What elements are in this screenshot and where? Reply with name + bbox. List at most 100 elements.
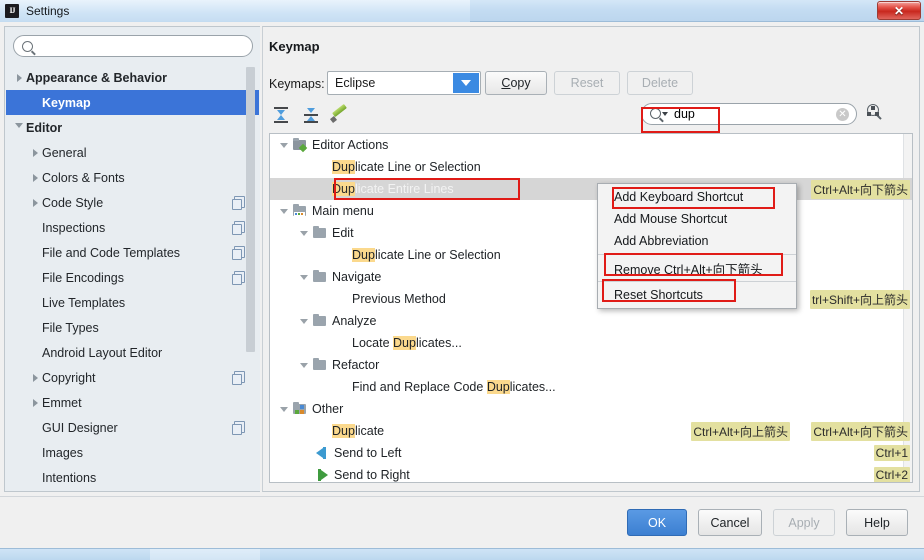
keymap-panel: Keymap Keymaps: Eclipse Copy Reset Delet… — [262, 26, 920, 492]
chevron-right-icon[interactable] — [28, 148, 42, 157]
help-button[interactable]: Help — [846, 509, 908, 536]
sidebar-item-code-style[interactable]: Code Style — [6, 190, 259, 215]
copy-settings-icon[interactable] — [232, 371, 245, 385]
sidebar-item-label: Intentions — [42, 470, 97, 485]
context-menu-item[interactable]: Remove Ctrl+Alt+向下箭头 — [598, 257, 796, 279]
chevron-right-icon[interactable] — [28, 373, 42, 382]
edit-shortcut-icon[interactable] — [329, 103, 351, 125]
sidebar-item-label: File Types — [42, 320, 99, 335]
sidebar-search-input[interactable] — [39, 38, 239, 54]
chevron-down-icon[interactable] — [12, 123, 26, 132]
chevron-down-icon[interactable] — [296, 230, 312, 236]
taskbar-segment — [150, 549, 260, 560]
context-menu-separator — [598, 281, 796, 282]
chevron-down-icon[interactable] — [276, 406, 292, 412]
action-tree-row[interactable]: Locate Duplicates... — [270, 332, 912, 354]
sidebar-item-editor[interactable]: Editor — [6, 115, 259, 140]
chevron-right-icon[interactable] — [28, 173, 42, 182]
sidebar-search[interactable] — [13, 35, 253, 57]
sidebar-item-android-layout-editor[interactable]: Android Layout Editor — [6, 340, 259, 365]
sidebar-item-copyright[interactable]: Copyright — [6, 365, 259, 390]
context-menu-item[interactable]: Add Abbreviation — [598, 230, 796, 252]
chevron-down-icon[interactable] — [296, 274, 312, 280]
close-button[interactable]: ✕ — [877, 1, 921, 20]
context-menu-item[interactable]: Add Keyboard Shortcut — [598, 186, 796, 208]
chevron-down-icon[interactable] — [453, 73, 479, 93]
action-tree-row[interactable]: Duplicate Line or Selection — [270, 156, 912, 178]
find-by-shortcut-icon[interactable] — [865, 103, 887, 125]
sidebar-item-file-and-code-templates[interactable]: File and Code Templates — [6, 240, 259, 265]
action-tree-row[interactable]: Duplicate Line or Selection — [270, 244, 912, 266]
action-tree-row[interactable]: Analyze — [270, 310, 912, 332]
context-menu: Add Keyboard Shortcut Add Mouse Shortcut A… — [597, 183, 797, 309]
expand-all-icon[interactable] — [271, 105, 291, 125]
action-tree-row[interactable]: Send to Right Ctrl+2 — [270, 464, 912, 482]
copy-settings-icon[interactable] — [232, 421, 245, 435]
shortcut-badge: Ctrl+Alt+向下箭头 — [811, 421, 910, 441]
search-dropdown-icon[interactable] — [650, 108, 670, 120]
action-tree-row[interactable]: Navigate — [270, 266, 912, 288]
chevron-down-icon[interactable] — [296, 362, 312, 368]
sidebar-item-file-encodings[interactable]: File Encodings — [6, 265, 259, 290]
sidebar-scrollbar-thumb[interactable] — [246, 67, 255, 352]
sidebar-item-emmet[interactable]: Emmet — [6, 390, 259, 415]
sidebar-item-file-types[interactable]: File Types — [6, 315, 259, 340]
dialog-footer: OK Cancel Apply Help — [0, 496, 924, 548]
action-label: Editor Actions — [312, 138, 389, 152]
sidebar-item-label: Editor — [26, 120, 63, 135]
sidebar-item-label: Keymap — [42, 95, 91, 110]
context-menu-item[interactable]: Add Mouse Shortcut — [598, 208, 796, 230]
cancel-button[interactable]: Cancel — [698, 509, 762, 536]
sidebar-item-appearance-behavior[interactable]: Appearance & Behavior — [6, 65, 259, 90]
sidebar-item-intentions[interactable]: Intentions — [6, 465, 259, 490]
chevron-right-icon[interactable] — [28, 198, 42, 207]
search-icon — [22, 40, 33, 52]
sidebar-item-images[interactable]: Images — [6, 440, 259, 465]
sidebar-search-box[interactable] — [13, 35, 253, 57]
sidebar-item-label: General — [42, 145, 87, 160]
sidebar-item-live-templates[interactable]: Live Templates — [6, 290, 259, 315]
sidebar-item-gui-designer[interactable]: GUI Designer — [6, 415, 259, 440]
chevron-right-icon[interactable] — [28, 398, 42, 407]
sidebar-item-label: Appearance & Behavior — [26, 70, 168, 85]
ok-button[interactable]: OK — [627, 509, 687, 536]
copy-settings-icon[interactable] — [232, 246, 245, 260]
copy-button[interactable]: Copy — [485, 71, 547, 95]
collapse-all-icon[interactable] — [301, 105, 321, 125]
action-tree-row[interactable]: Edit — [270, 222, 912, 244]
action-tree-row[interactable]: Main menu — [270, 200, 912, 222]
copy-settings-icon[interactable] — [232, 221, 245, 235]
keymap-toolbar — [271, 103, 351, 125]
keymap-select[interactable]: Eclipse — [327, 71, 481, 95]
shortcut-badge: trl+Shift+向上箭头 — [809, 289, 910, 309]
keymaps-label: Keymaps: — [269, 77, 325, 91]
action-tree-row[interactable]: Other — [270, 398, 912, 420]
chevron-right-icon[interactable] — [12, 73, 26, 82]
filter-search-box[interactable]: ✕ — [641, 103, 857, 125]
action-tree-row[interactable]: Find and Replace Code Duplicates... — [270, 376, 912, 398]
chevron-down-icon[interactable] — [296, 318, 312, 324]
chevron-down-icon[interactable] — [276, 208, 292, 214]
sidebar-item-colors-fonts[interactable]: Colors & Fonts — [6, 165, 259, 190]
copy-settings-icon[interactable] — [232, 271, 245, 285]
context-menu-item[interactable]: Reset Shortcuts — [598, 284, 796, 306]
action-tree-row[interactable]: Duplicate Entire Lines Ctrl+Alt+向下箭头 — [270, 178, 912, 200]
copy-settings-icon[interactable] — [232, 196, 245, 210]
sidebar-item-general[interactable]: General — [6, 140, 259, 165]
folder-icon — [312, 358, 328, 372]
action-tree-row[interactable]: Send to Left Ctrl+1 — [270, 442, 912, 464]
clear-icon[interactable]: ✕ — [836, 108, 849, 121]
action-tree-row[interactable]: Editor Actions — [270, 134, 912, 156]
sidebar-tree: Appearance & Behavior Keymap Editor General… — [6, 65, 259, 491]
action-label: Other — [312, 402, 344, 416]
sidebar-item-keymap[interactable]: Keymap — [6, 90, 259, 115]
action-tree-row[interactable]: Refactor — [270, 354, 912, 376]
sidebar-item-inspections[interactable]: Inspections — [6, 215, 259, 240]
action-tree-row[interactable]: Previous Method trl+Shift+向上箭头 — [270, 288, 912, 310]
action-label: Refactor — [332, 358, 380, 372]
action-tree-row[interactable]: Duplicate Ctrl+Alt+向上箭头 Ctrl+Alt+向下箭头 — [270, 420, 912, 442]
filter-search-input[interactable] — [672, 106, 832, 122]
sidebar-item-label: Emmet — [42, 395, 82, 410]
chevron-down-icon[interactable] — [276, 142, 292, 148]
action-label: Duplicate Line or Selection — [352, 248, 501, 262]
